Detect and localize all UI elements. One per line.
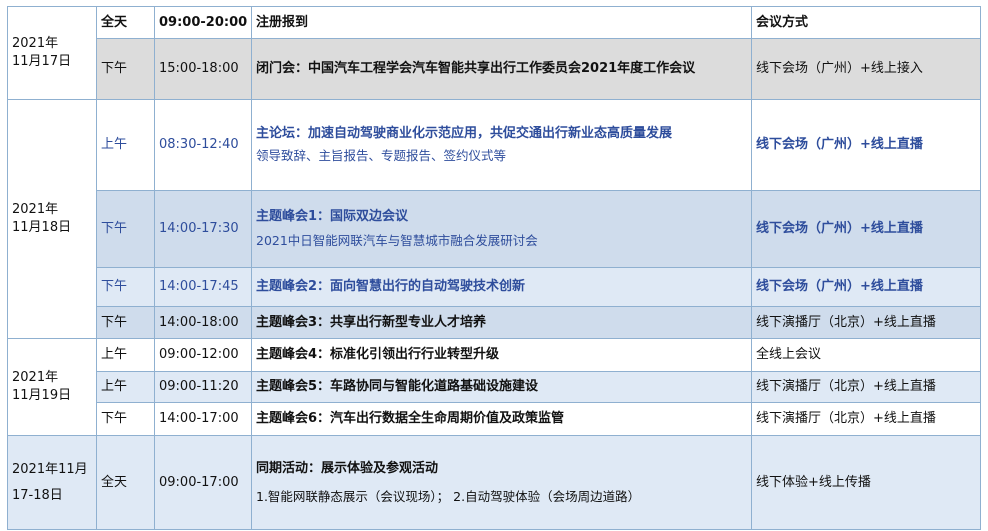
date-year: 2021年11月	[12, 461, 88, 477]
time-cell: 14:00-17:45	[154, 267, 252, 307]
date-day: 11月17日	[12, 54, 72, 69]
time-cell: 15:00-18:00	[154, 38, 252, 100]
session-title: 注册报到	[251, 6, 752, 39]
date-cell-nov17: 2021年 11月17日	[7, 6, 97, 100]
time-cell: 09:00-12:00	[154, 338, 252, 372]
table-row: 上午 09:00-11:20 主题峰会5：车路协同与智能化道路基础设施建设 线下…	[7, 371, 981, 403]
time-cell: 09:00-17:00	[154, 435, 252, 530]
table-row: 2021年 11月18日 上午 08:30-12:40 主论坛：加速自动驾驶商业…	[7, 99, 981, 339]
period-cell: 全天	[96, 435, 155, 530]
period-cell: 下午	[96, 306, 155, 339]
table-row: 2021年 11月17日 全天 09:00-20:00 注册报到 会议方式	[7, 6, 981, 100]
period-cell: 下午	[96, 38, 155, 100]
date-cell-nov18: 2021年 11月18日	[7, 99, 97, 339]
period-cell: 上午	[96, 371, 155, 403]
time-cell: 09:00-11:20	[154, 371, 252, 403]
table-row: 下午 14:00-17:30 主题峰会1：国际双边会议 2021中日智能网联汽车…	[7, 190, 981, 268]
date-year: 2021年	[12, 36, 59, 51]
session-subtitle: 领导致辞、主旨报告、专题报告、签约仪式等	[256, 148, 507, 163]
table-row: 下午 14:00-17:00 主题峰会6：汽车出行数据全生命周期价值及政策监管 …	[7, 402, 981, 436]
session-cell: 主题峰会1：国际双边会议 2021中日智能网联汽车与智慧城市融合发展研讨会	[251, 190, 752, 268]
mode-cell: 线下会场（广州）+线上直播	[751, 190, 981, 268]
date-cell-nov19: 2021年 11月19日	[7, 338, 97, 436]
time-cell: 09:00-20:00	[154, 6, 252, 39]
date-day: 11月18日	[12, 220, 72, 235]
period-cell: 下午	[96, 402, 155, 436]
session-title: 主题峰会4：标准化引领出行行业转型升级	[251, 338, 752, 372]
date-year: 2021年	[12, 202, 59, 217]
date-day: 17-18日	[12, 487, 63, 503]
date-day: 11月19日	[12, 388, 72, 403]
schedule-table: 2021年 11月17日 全天 09:00-20:00 注册报到 会议方式 下午…	[7, 6, 981, 530]
mode-cell: 线下演播厅（北京）+线上直播	[751, 371, 981, 403]
period-cell: 下午	[96, 267, 155, 307]
mode-cell: 线下演播厅（北京）+线上直播	[751, 402, 981, 436]
mode-cell: 线下体验+线上传播	[751, 435, 981, 530]
mode-cell: 线下演播厅（北京）+线上直播	[751, 306, 981, 339]
period-cell: 下午	[96, 190, 155, 268]
date-year: 2021年	[12, 370, 59, 385]
period-cell: 上午	[96, 338, 155, 372]
time-cell: 08:30-12:40	[154, 99, 252, 191]
table-row: 下午 14:00-17:45 主题峰会2：面向智慧出行的自动驾驶技术创新 线下会…	[7, 267, 981, 307]
session-title: 主题峰会2：面向智慧出行的自动驾驶技术创新	[251, 267, 752, 307]
session-subtitle: 2021中日智能网联汽车与智慧城市融合发展研讨会	[256, 233, 538, 248]
date-cell-nov17-18: 2021年11月 17-18日	[7, 435, 97, 530]
period-cell: 上午	[96, 99, 155, 191]
session-title: 同期活动：展示体验及参观活动	[256, 460, 439, 476]
time-cell: 14:00-17:00	[154, 402, 252, 436]
session-title: 主题峰会1：国际双边会议	[256, 209, 409, 224]
table-row: 下午 15:00-18:00 闭门会：中国汽车工程学会汽车智能共享出行工作委员会…	[7, 38, 981, 100]
mode-cell: 线下会场（广州）+线上接入	[751, 38, 981, 100]
session-cell: 主论坛：加速自动驾驶商业化示范应用，共促交通出行新业态高质量发展 领导致辞、主旨…	[251, 99, 752, 191]
mode-cell: 线下会场（广州）+线上直播	[751, 99, 981, 191]
time-cell: 14:00-17:30	[154, 190, 252, 268]
table-row: 下午 14:00-18:00 主题峰会3：共享出行新型专业人才培养 线下演播厅（…	[7, 306, 981, 339]
mode-cell: 全线上会议	[751, 338, 981, 372]
time-cell: 14:00-18:00	[154, 306, 252, 339]
session-title: 主题峰会3：共享出行新型专业人才培养	[251, 306, 752, 339]
session-title: 主题峰会5：车路协同与智能化道路基础设施建设	[251, 371, 752, 403]
table-row: 2021年 11月19日 上午 09:00-12:00 主题峰会4：标准化引领出…	[7, 338, 981, 436]
session-title: 闭门会：中国汽车工程学会汽车智能共享出行工作委员会2021年度工作会议	[251, 38, 752, 100]
period-cell: 全天	[96, 6, 155, 39]
session-title: 主论坛：加速自动驾驶商业化示范应用，共促交通出行新业态高质量发展	[256, 126, 673, 141]
table-row: 2021年11月 17-18日 全天 09:00-17:00 同期活动：展示体验…	[7, 435, 981, 530]
session-title: 主题峰会6：汽车出行数据全生命周期价值及政策监管	[251, 402, 752, 436]
session-subtitle: 1.智能网联静态展示（会议现场）； 2.自动驾驶体验（会场周边道路）	[256, 488, 641, 504]
mode-cell: 线下会场（广州）+线上直播	[751, 267, 981, 307]
session-cell: 同期活动：展示体验及参观活动 1.智能网联静态展示（会议现场）； 2.自动驾驶体…	[251, 435, 752, 530]
mode-cell: 会议方式	[751, 6, 981, 39]
